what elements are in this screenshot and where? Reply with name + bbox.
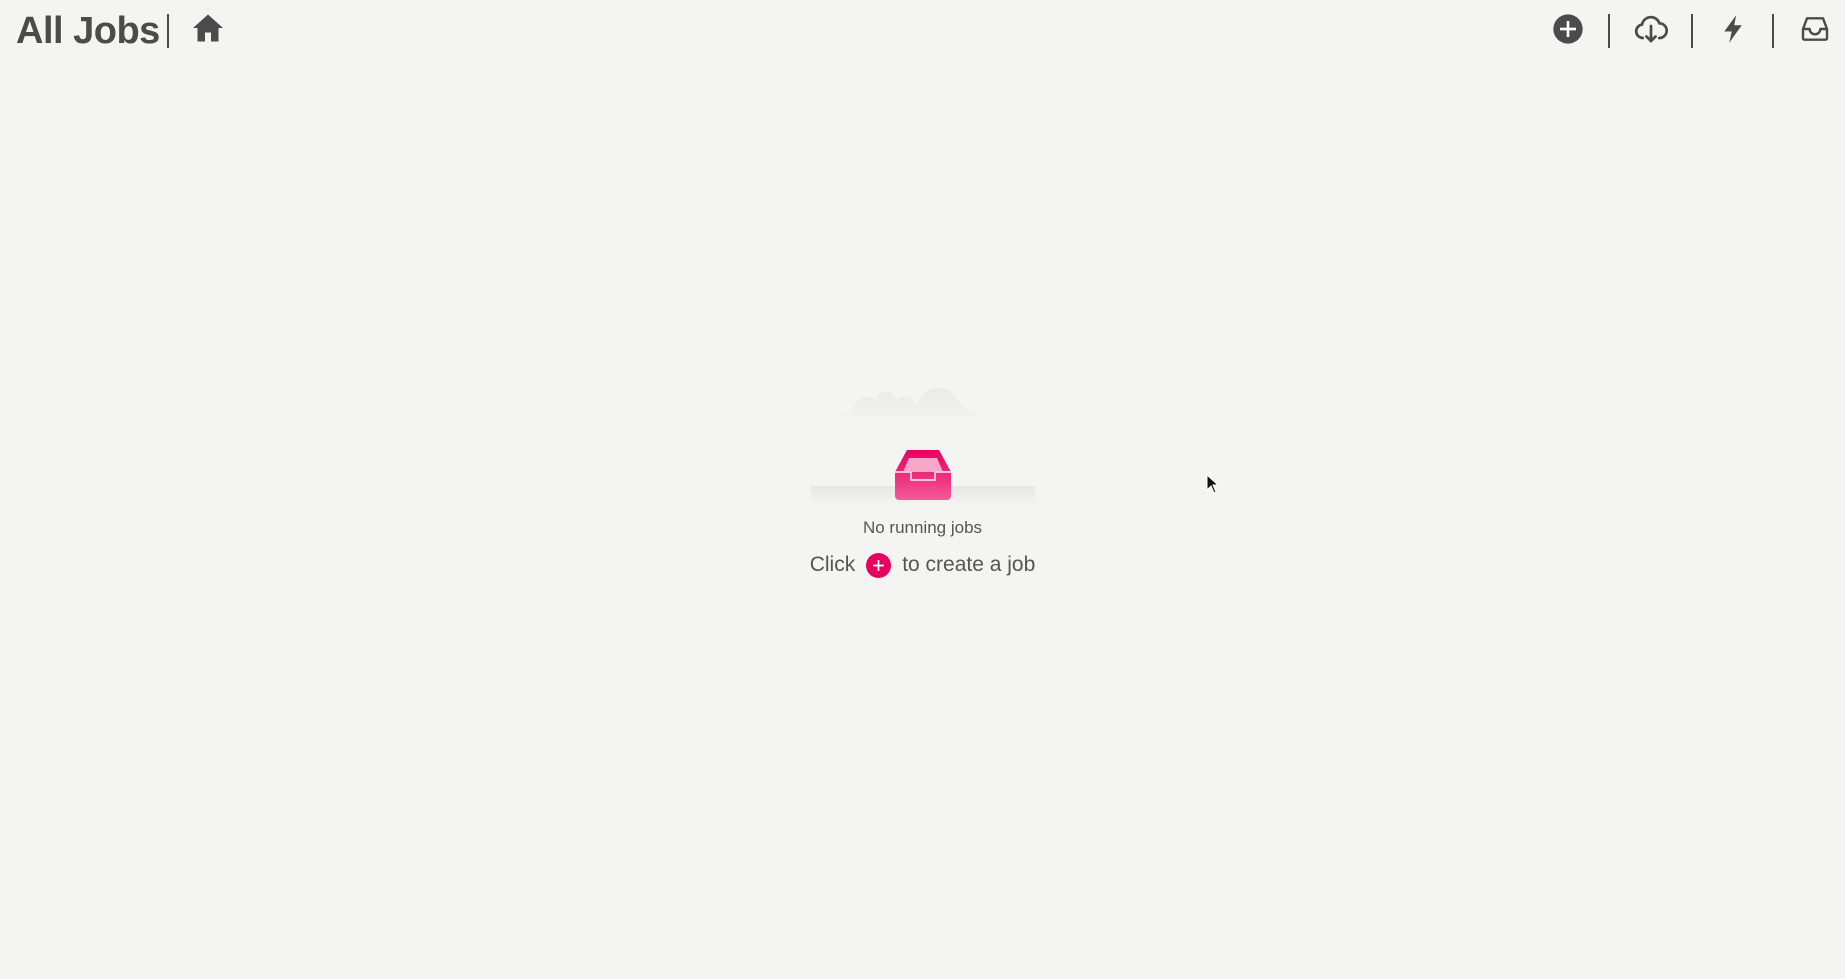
toolbar-divider	[1691, 14, 1693, 48]
home-icon	[193, 14, 223, 42]
lightning-bolt-icon	[1724, 15, 1742, 43]
add-circle-icon	[1553, 14, 1583, 44]
plus-icon	[873, 559, 885, 571]
toolbar-divider	[1608, 14, 1610, 48]
inbox-icon	[1801, 17, 1829, 41]
empty-state: No running jobs Click to create a job	[0, 378, 1845, 578]
toolbar-divider	[1772, 14, 1774, 48]
page-title: All Jobs	[16, 10, 160, 52]
cloud-download-icon	[1634, 15, 1668, 43]
empty-state-message: No running jobs	[862, 518, 983, 537]
empty-inbox-illustration	[810, 387, 1035, 506]
inbox-button[interactable]	[1795, 9, 1835, 49]
inline-add-button[interactable]	[866, 552, 892, 578]
hint-prefix: Click	[809, 553, 856, 576]
download-button[interactable]	[1631, 9, 1671, 49]
title-divider	[167, 14, 169, 48]
hint-suffix: to create a job	[902, 553, 1036, 576]
create-job-hint: Click to create a job	[0, 552, 1845, 578]
quick-action-button[interactable]	[1713, 9, 1753, 49]
home-button[interactable]	[190, 10, 226, 46]
mouse-cursor-icon	[1206, 474, 1220, 494]
top-bar: All Jobs	[0, 0, 1845, 62]
add-job-button[interactable]	[1548, 9, 1588, 49]
